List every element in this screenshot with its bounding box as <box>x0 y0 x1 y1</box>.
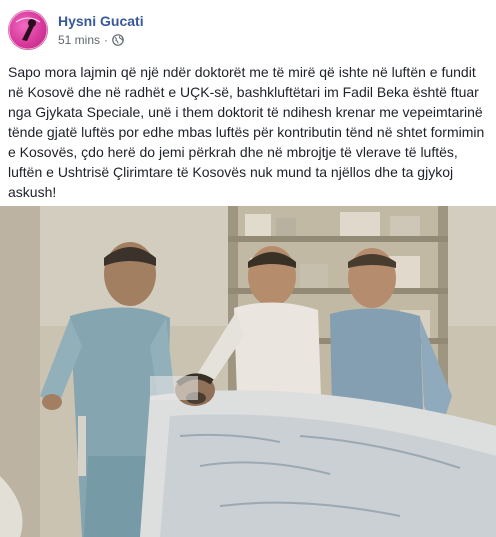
post-photo[interactable] <box>0 206 496 537</box>
globe-icon[interactable] <box>112 34 124 46</box>
post-meta: Hysni Gucati 51 mins · <box>58 12 144 48</box>
post-timestamp[interactable]: 51 mins <box>58 32 100 48</box>
facebook-post: Hysni Gucati 51 mins · Sapo mora lajmin … <box>0 0 496 537</box>
post-subline: 51 mins · <box>58 32 144 48</box>
post-body-text: Sapo mora lajmin që një ndër doktorët me… <box>8 64 485 200</box>
post-header: Hysni Gucati 51 mins · <box>8 8 144 52</box>
hospital-scene-image <box>0 206 496 537</box>
author-name[interactable]: Hysni Gucati <box>58 12 144 30</box>
separator-dot: · <box>104 33 109 47</box>
profile-avatar[interactable] <box>8 10 48 50</box>
avatar-icon <box>8 10 48 50</box>
